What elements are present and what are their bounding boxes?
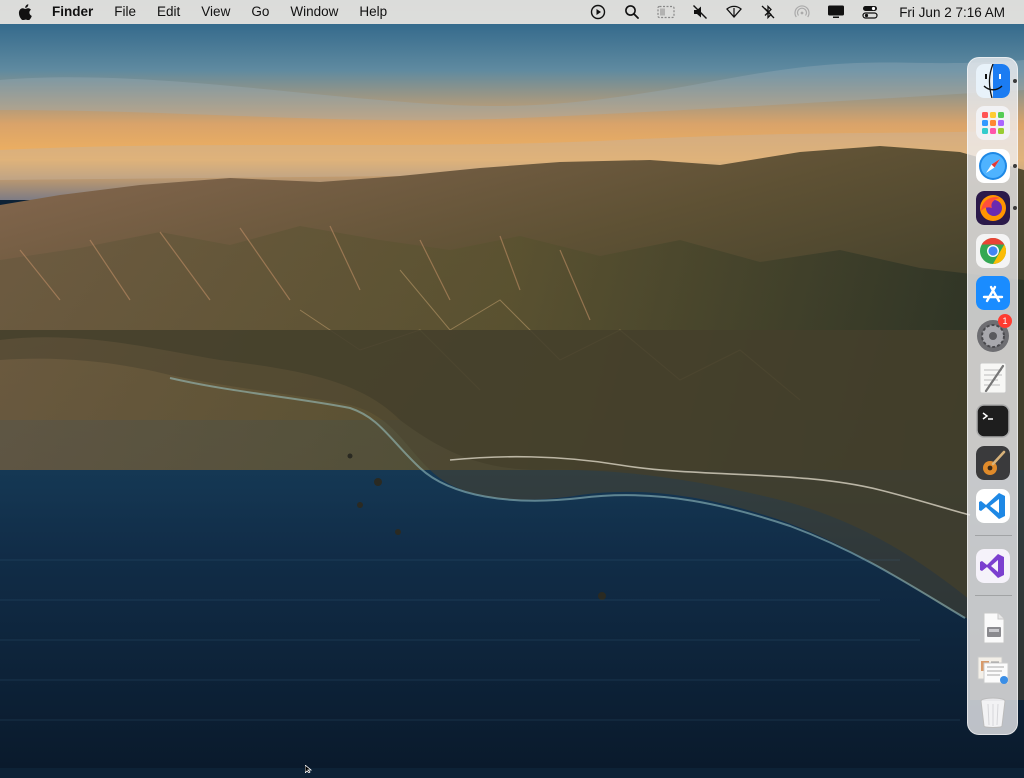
vscode-icon — [976, 489, 1010, 523]
running-indicator — [1013, 79, 1017, 83]
display-icon[interactable] — [827, 4, 845, 20]
visual-studio-icon — [976, 549, 1010, 583]
menu-window[interactable]: Window — [290, 0, 338, 24]
dock-downloads-stack[interactable] — [976, 653, 1010, 687]
menu-bar: Finder File Edit View Go Window Help Fri… — [0, 0, 1024, 24]
dock: 1 — [967, 57, 1018, 735]
notification-badge: 1 — [998, 314, 1012, 328]
garageband-icon — [976, 446, 1010, 480]
menu-edit[interactable]: Edit — [157, 0, 180, 24]
control-center-icon[interactable] — [861, 4, 879, 20]
menu-go[interactable]: Go — [251, 0, 269, 24]
downloads-stack-icon — [976, 653, 1010, 687]
dock-separator — [975, 535, 1012, 536]
menu-view[interactable]: View — [201, 0, 230, 24]
dock-launchpad[interactable] — [976, 106, 1010, 140]
running-indicator — [1013, 206, 1017, 210]
dock-chrome[interactable] — [976, 234, 1010, 268]
document-stack-icon — [976, 611, 1010, 645]
airdrop-icon[interactable] — [793, 4, 811, 20]
mouse-pointer-icon — [304, 760, 313, 778]
dock-separator — [975, 595, 1012, 596]
wifi-icon[interactable] — [725, 4, 743, 20]
dock-script-editor[interactable] — [976, 361, 1010, 395]
search-icon[interactable] — [623, 4, 641, 20]
apple-menu-icon[interactable] — [18, 4, 34, 20]
dock-trash[interactable] — [976, 695, 1010, 729]
terminal-icon — [976, 404, 1010, 438]
dock-visual-studio[interactable] — [976, 549, 1010, 583]
desktop-wallpaper — [0, 0, 1024, 768]
dock-document-stack[interactable] — [976, 611, 1010, 645]
safari-icon — [976, 149, 1010, 183]
launchpad-icon — [976, 106, 1010, 140]
dock-safari[interactable] — [976, 149, 1010, 183]
menu-app-finder[interactable]: Finder — [52, 0, 93, 24]
play-circle-icon[interactable] — [589, 4, 607, 20]
chrome-icon — [976, 234, 1010, 268]
display-mirror-icon[interactable] — [657, 4, 675, 20]
dock-terminal[interactable] — [976, 404, 1010, 438]
dock-system-preferences[interactable]: 1 — [976, 314, 1012, 353]
menubar-clock[interactable]: Fri Jun 2 7:16 AM — [899, 5, 1005, 20]
menu-help[interactable]: Help — [359, 0, 387, 24]
status-area: Fri Jun 2 7:16 AM — [589, 0, 1024, 24]
dock-app-store[interactable] — [976, 276, 1010, 310]
dock-vscode[interactable] — [976, 489, 1010, 523]
dock-finder[interactable] — [976, 64, 1010, 98]
trash-icon — [976, 695, 1010, 729]
firefox-icon — [976, 191, 1010, 225]
finder-icon — [976, 64, 1010, 98]
running-indicator — [1013, 164, 1017, 168]
bluetooth-off-icon[interactable] — [759, 4, 777, 20]
script-editor-icon — [976, 361, 1010, 395]
menu-file[interactable]: File — [114, 0, 136, 24]
mute-icon[interactable] — [691, 4, 709, 20]
app-store-icon — [976, 276, 1010, 310]
dock-garageband[interactable] — [976, 446, 1010, 480]
dock-firefox[interactable] — [976, 191, 1010, 225]
